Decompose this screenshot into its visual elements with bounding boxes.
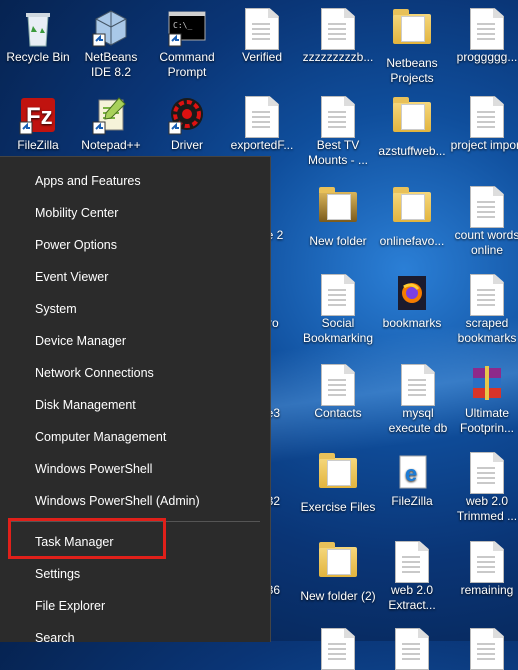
- desktop-icon-new-folder-2[interactable]: New folder (2): [300, 541, 376, 604]
- document-icon: [242, 8, 282, 50]
- desktop-icon-command-prompt[interactable]: C:\_ Command Prompt: [149, 8, 225, 80]
- task-manager-highlight-box: [8, 518, 166, 559]
- desktop-icon-project-import[interactable]: project import: [449, 96, 518, 153]
- document-icon: [318, 274, 358, 316]
- menu-item-power-options[interactable]: Power Options: [35, 233, 117, 257]
- menu-item-windows-powershell[interactable]: Windows PowerShell: [35, 457, 152, 481]
- folder-icon: [392, 97, 432, 142]
- document-icon: [467, 274, 507, 316]
- menu-item-file-explorer[interactable]: File Explorer: [35, 594, 105, 618]
- menu-item-settings[interactable]: Settings: [35, 562, 80, 586]
- svg-text:C:\_: C:\_: [173, 21, 192, 30]
- filezilla-icon: Fz: [18, 96, 58, 136]
- desktop-icon-verified[interactable]: Verified: [224, 8, 300, 65]
- folder-icon: [392, 187, 432, 232]
- desktop-icon-filezilla-edge[interactable]: e FileZilla: [374, 452, 450, 509]
- folder-icon: [392, 9, 432, 54]
- command-prompt-icon: C:\_: [167, 8, 207, 48]
- desktop-icon-proggg[interactable]: proggggg...: [449, 8, 518, 65]
- document-icon: [318, 364, 358, 406]
- document-icon: [318, 628, 358, 670]
- desktop-icon-bookmarks[interactable]: bookmarks: [374, 274, 450, 331]
- desktop-icon-netbeans-projects[interactable]: Netbeans Projects: [374, 8, 450, 86]
- document-icon: [392, 541, 432, 583]
- document-icon: [392, 628, 432, 670]
- menu-item-windows-powershell-admin[interactable]: Windows PowerShell (Admin): [35, 489, 200, 513]
- firefox-icon: [392, 274, 432, 314]
- desktop-icon-best-tv-mounts[interactable]: Best TV Mounts - ...: [300, 96, 376, 168]
- desktop-icon-partial[interactable]: [449, 628, 518, 670]
- document-icon: [318, 96, 358, 138]
- desktop-icon-exportedf[interactable]: exportedF...: [224, 96, 300, 153]
- document-icon: [467, 628, 507, 670]
- document-icon: [318, 8, 358, 50]
- document-icon: [242, 96, 282, 138]
- desktop-icon-social-bookmarking[interactable]: Social Bookmarking: [300, 274, 376, 346]
- power-user-menu: Apps and Features Mobility Center Power …: [0, 156, 271, 645]
- desktop-icon-azstuffweb[interactable]: azstuffweb...: [374, 96, 450, 159]
- desktop-icon-driver[interactable]: Driver: [149, 96, 225, 153]
- document-icon: [467, 452, 507, 494]
- desktop-icon-web20-extract[interactable]: web 2.0 Extract...: [374, 541, 450, 613]
- document-icon: [467, 186, 507, 228]
- menu-item-event-viewer[interactable]: Event Viewer: [35, 265, 108, 289]
- desktop-icon-remaining[interactable]: remaining: [449, 541, 518, 598]
- desktop-icon-new-folder[interactable]: New folder: [300, 186, 376, 249]
- desktop-icon-partial[interactable]: [374, 628, 450, 670]
- desktop-icon-netbeans[interactable]: NetBeans IDE 8.2: [73, 8, 149, 80]
- menu-item-apps-and-features[interactable]: Apps and Features: [35, 169, 141, 193]
- netbeans-icon: [91, 8, 131, 48]
- folder-icon: [318, 187, 358, 232]
- recycle-bin-icon: [18, 8, 58, 48]
- desktop-icon-scraped-bookmarks[interactable]: scraped bookmarks: [449, 274, 518, 346]
- desktop-icon-web20-trimmed[interactable]: web 2.0 Trimmed ...: [449, 452, 518, 524]
- desktop-icon-partial[interactable]: [300, 628, 376, 670]
- menu-item-system[interactable]: System: [35, 297, 77, 321]
- desktop-icon-count-words-online[interactable]: count words online: [449, 186, 518, 258]
- desktop-icon-recycle-bin[interactable]: Recycle Bin: [0, 8, 76, 65]
- edge-browser-icon: e: [392, 452, 432, 492]
- desktop-icon-contacts[interactable]: Contacts: [300, 364, 376, 421]
- desktop-icon-mysql-execute-db[interactable]: mysql execute db: [380, 364, 456, 436]
- menu-item-device-manager[interactable]: Device Manager: [35, 329, 126, 353]
- driver-gear-icon: [167, 96, 207, 136]
- desktop-icon-notepadpp[interactable]: Notepad++: [73, 96, 149, 153]
- menu-item-search[interactable]: Search: [35, 626, 75, 650]
- menu-item-network-connections[interactable]: Network Connections: [35, 361, 154, 385]
- desktop-icon-zzz[interactable]: zzzzzzzzzb...: [300, 8, 376, 65]
- menu-item-mobility-center[interactable]: Mobility Center: [35, 201, 118, 225]
- document-icon: [467, 541, 507, 583]
- folder-icon: [318, 542, 358, 587]
- menu-item-disk-management[interactable]: Disk Management: [35, 393, 136, 417]
- winrar-archive-icon: [467, 364, 507, 404]
- folder-icon: [318, 453, 358, 498]
- desktop-icon-filezilla[interactable]: Fz FileZilla: [0, 96, 76, 153]
- svg-text:e: e: [405, 461, 417, 486]
- notepad-plus-plus-icon: [91, 96, 131, 136]
- document-icon: [467, 8, 507, 50]
- desktop-icon-exercise-files[interactable]: Exercise Files: [300, 452, 376, 515]
- desktop-icon-onlinefavo[interactable]: onlinefavo...: [374, 186, 450, 249]
- document-icon: [398, 364, 438, 406]
- desktop-icon-ultimate-footprints[interactable]: Ultimate Footprin...: [449, 364, 518, 436]
- menu-item-computer-management[interactable]: Computer Management: [35, 425, 166, 449]
- document-icon: [467, 96, 507, 138]
